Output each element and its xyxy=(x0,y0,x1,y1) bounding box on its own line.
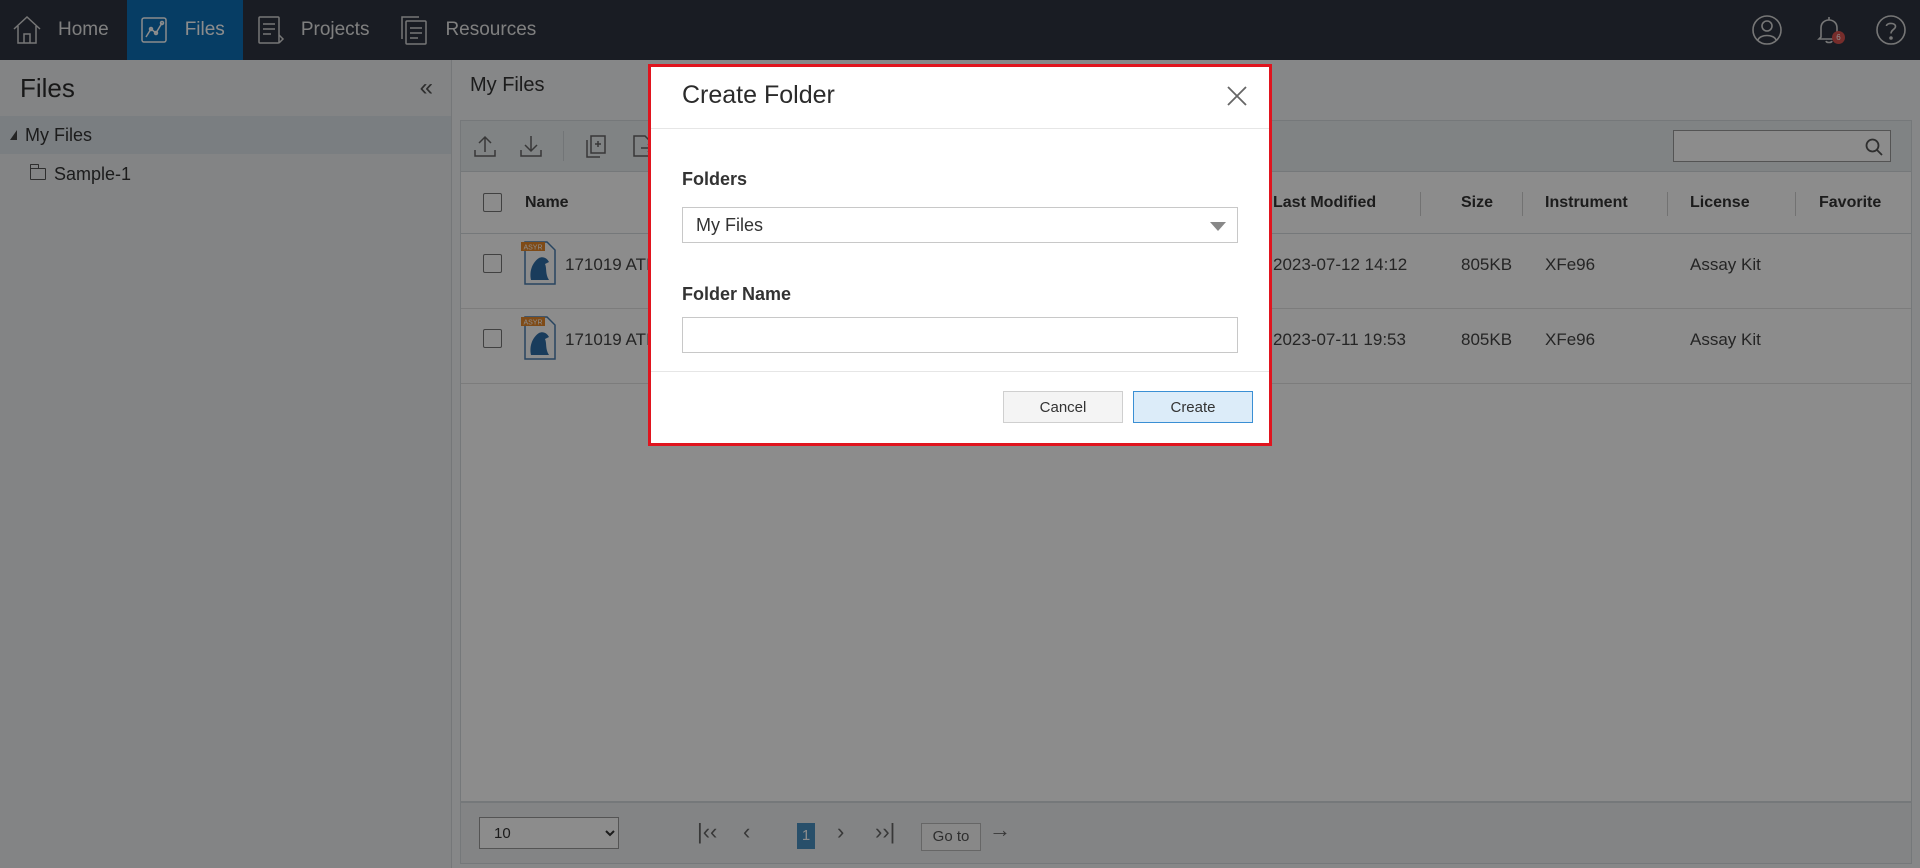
close-icon xyxy=(1227,86,1247,106)
chevron-down-icon[interactable] xyxy=(1210,222,1226,231)
dialog-footer: Cancel Create xyxy=(651,371,1269,443)
create-folder-dialog: Create Folder Folders My Files Folder Na… xyxy=(648,64,1272,446)
cancel-button[interactable]: Cancel xyxy=(1003,391,1123,423)
folders-label: Folders xyxy=(682,169,748,189)
folders-selected-value: My Files xyxy=(696,215,763,235)
folders-dropdown[interactable]: My Files xyxy=(682,207,1238,243)
close-dialog-button[interactable] xyxy=(1223,82,1251,110)
folder-name-input[interactable] xyxy=(682,317,1238,353)
dialog-header: Create Folder xyxy=(651,67,1269,129)
create-button[interactable]: Create xyxy=(1133,391,1253,423)
dialog-title: Create Folder xyxy=(682,81,835,109)
folder-name-label: Folder Name xyxy=(682,284,792,304)
